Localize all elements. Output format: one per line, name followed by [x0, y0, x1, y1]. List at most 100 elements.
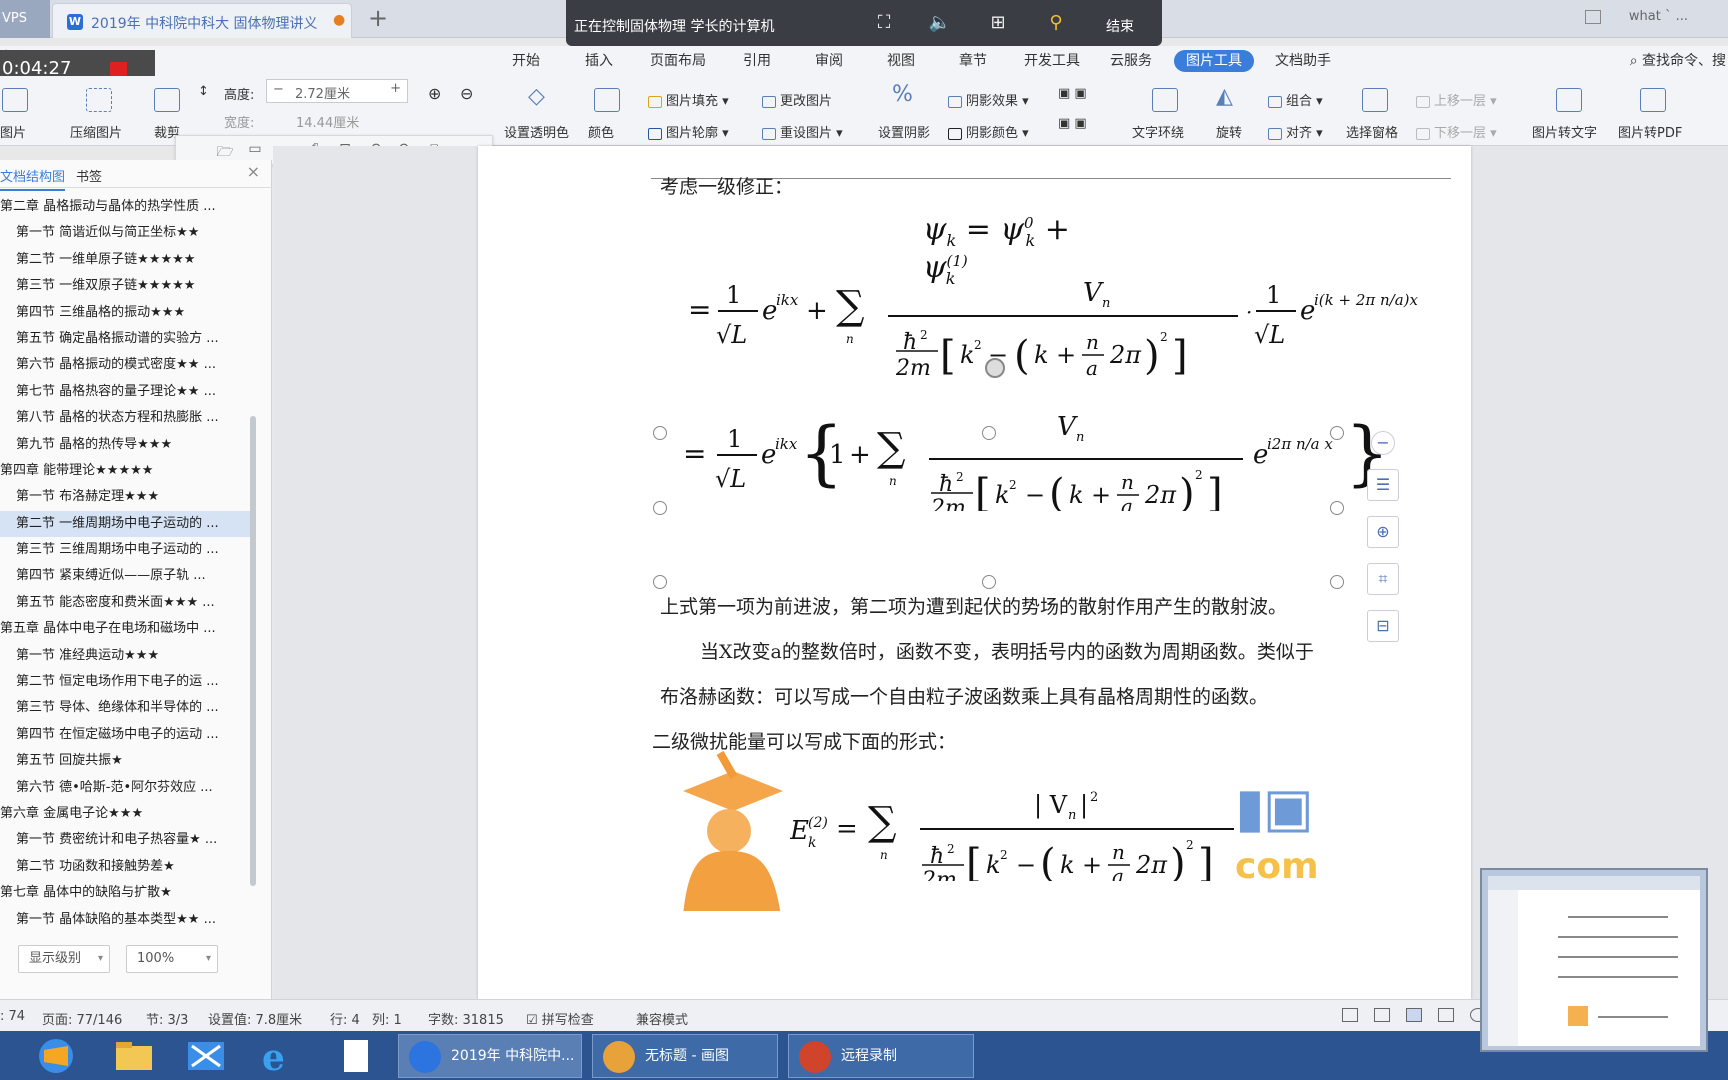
bring-forward-button[interactable]: 上移一层 ▾: [1416, 90, 1497, 109]
taskbar-window-paint[interactable]: 无标题 - 画图: [592, 1034, 778, 1078]
select-pane-icon[interactable]: [1362, 88, 1388, 112]
outline-button[interactable]: 图片轮廓 ▾: [648, 122, 729, 141]
resize-handle-n[interactable]: [982, 426, 996, 440]
shadow-set-icon[interactable]: %: [892, 82, 913, 107]
to-pdf-button[interactable]: 图片转PDF: [1618, 122, 1682, 141]
resize-handle-se[interactable]: [1330, 575, 1344, 589]
outline-section-item[interactable]: 第一节 简谐近似与简正坐标★★: [0, 220, 250, 246]
fullscreen-icon[interactable]: ⛶: [872, 13, 896, 33]
color-icon[interactable]: [594, 88, 620, 112]
outline-section-item[interactable]: 第二节 功函数和接触势差★: [0, 854, 250, 880]
window-layout-icon[interactable]: [1584, 9, 1601, 24]
nav-scrollbar[interactable]: [250, 416, 256, 886]
close-icon[interactable]: ×: [247, 162, 260, 181]
ie-browser-icon[interactable]: e: [256, 1036, 304, 1076]
outline-view-icon[interactable]: [1438, 1008, 1454, 1022]
tab-review[interactable]: 审阅: [815, 50, 843, 72]
open-icon[interactable]: 🗁: [216, 141, 234, 160]
reduce-icon[interactable]: ⊖: [460, 84, 473, 103]
rotate-icon[interactable]: ◭: [1216, 84, 1233, 109]
align-button[interactable]: 对齐 ▾: [1268, 122, 1323, 141]
spell-check-button[interactable]: ☑ 拼写检查: [526, 1009, 594, 1028]
tab-view[interactable]: 视图: [887, 50, 915, 72]
outline-chapter-item[interactable]: 第五章 晶体中电子在电场和磁场中 ...: [0, 616, 250, 642]
outline-chapter-item[interactable]: 第四章 能带理论★★★★★: [0, 458, 250, 484]
height-field[interactable]: − 2.72厘米 +: [266, 79, 408, 103]
status-page[interactable]: 页面: 77/146: [42, 1009, 122, 1028]
outline-section-item[interactable]: 第五节 能态密度和费米面★★★ ...: [0, 590, 250, 616]
shadow-set-button[interactable]: 设置阴影: [878, 122, 930, 141]
outline-section-item[interactable]: 第三节 三维周期场中电子运动的 ...: [0, 537, 250, 563]
status-word-count[interactable]: 字数: 31815: [428, 1009, 504, 1028]
fullscreen-view-icon[interactable]: [1342, 1008, 1358, 1022]
outline-section-item[interactable]: 第四节 在恒定磁场中电子的运动 ...: [0, 722, 250, 748]
user-name[interactable]: what ` ...: [1629, 9, 1688, 24]
color-button[interactable]: 颜色: [588, 122, 614, 141]
tab-reference[interactable]: 引用: [743, 50, 771, 72]
tab-page-layout[interactable]: 页面布局: [650, 50, 706, 72]
document-tab[interactable]: W 2019年 中科院中科大 固体物理讲义 ●: [52, 3, 352, 38]
shadow-nudge-icons[interactable]: ▣ ▣: [1058, 86, 1087, 101]
read-view-icon[interactable]: [1374, 1008, 1390, 1022]
new-tab-button[interactable]: +: [368, 4, 388, 32]
tab-doc-assistant[interactable]: 文档助手: [1275, 50, 1331, 72]
mail-icon[interactable]: [182, 1036, 230, 1076]
search-command[interactable]: ⌕ 查找命令、搜: [1630, 50, 1726, 70]
transparent-button[interactable]: 设置透明色: [504, 122, 569, 141]
taskbar-window-recorder[interactable]: 远程录制: [788, 1034, 974, 1078]
document-page[interactable]: 考虑一级修正： ψk = ψ0k + ψ(1)k = 1 √L e ikx + …: [478, 146, 1471, 999]
outline-section-item[interactable]: 第一节 准经典运动★★★: [0, 643, 250, 669]
tab-insert[interactable]: 插入: [585, 50, 613, 72]
to-text-button[interactable]: 图片转文字: [1532, 122, 1597, 141]
transparent-icon[interactable]: ◇: [528, 84, 545, 109]
outline-section-item[interactable]: 第二节 恒定电场作用下电子的运 ...: [0, 669, 250, 695]
outline-section-item[interactable]: 第七节 晶格热容的量子理论★★ ...: [0, 379, 250, 405]
resize-handle-ne[interactable]: [1330, 426, 1344, 440]
outline-section-item[interactable]: 第四节 紧束缚近似——原子轨 ...: [0, 563, 250, 589]
outline-section-item[interactable]: 第一节 布洛赫定理★★★: [0, 484, 250, 510]
outline-section-item[interactable]: 第八节 晶格的状态方程和热膨胀 ...: [0, 405, 250, 431]
outline-section-item[interactable]: 第一节 晶体缺陷的基本类型★★ ...: [0, 907, 250, 933]
taskbar-window-wps[interactable]: 2019年 中科院中...: [398, 1034, 582, 1078]
resize-handle-e[interactable]: [1330, 501, 1344, 515]
outline-section-item[interactable]: 第六节 德•哈斯-范•阿尔芬效应 ...: [0, 775, 250, 801]
resize-handle-nw[interactable]: [653, 426, 667, 440]
height-increase-button[interactable]: +: [390, 81, 401, 96]
reset-image-button[interactable]: 重设图片 ▾: [762, 122, 843, 141]
group-button[interactable]: 组合 ▾: [1268, 90, 1323, 109]
formula-bracket-expansion[interactable]: = 1 √L e ikx { 1 + ∑ n V n ħ 2 2m [ k 2 …: [673, 401, 1393, 511]
start-menu-icon[interactable]: [32, 1036, 80, 1076]
outline-section-item[interactable]: 第三节 导体、绝缘体和半导体的 ...: [0, 695, 250, 721]
document-icon[interactable]: [332, 1036, 380, 1076]
outline-section-item[interactable]: 第五节 确定晶格振动谱的实验方 ...: [0, 326, 250, 352]
outline-section-item[interactable]: 第五节 回旋共振★: [0, 748, 250, 774]
nav-zoom-select[interactable]: 100%: [126, 945, 218, 973]
pin-icon[interactable]: ⚲: [1044, 13, 1068, 33]
tab-start[interactable]: 开始: [512, 50, 540, 72]
save-icon[interactable]: ▭: [246, 141, 264, 159]
shadow-nudge-icons-2[interactable]: ▣ ▣: [1058, 116, 1087, 131]
fill-button[interactable]: 图片填充 ▾: [648, 90, 729, 109]
minus-icon[interactable]: −: [1371, 431, 1395, 455]
tab-bookmark[interactable]: 书签: [76, 166, 102, 185]
to-text-icon[interactable]: [1556, 88, 1582, 112]
end-button[interactable]: 结束: [1106, 16, 1134, 36]
outline-section-item[interactable]: 第六节 晶格振动的模式密度★★ ...: [0, 352, 250, 378]
outline-section-item[interactable]: 第四节 三维晶格的振动★★★: [0, 300, 250, 326]
page-view-icon[interactable]: [1406, 1008, 1422, 1022]
width-value[interactable]: 14.44厘米: [296, 112, 359, 131]
shadow-effect-button[interactable]: 阴影效果 ▾: [948, 90, 1029, 109]
tab-cloud[interactable]: 云服务: [1110, 50, 1152, 72]
resize-handle-w[interactable]: [653, 501, 667, 515]
app-logo[interactable]: VPS: [0, 0, 50, 38]
sound-icon[interactable]: 🔈: [928, 13, 952, 33]
outline-chapter-item[interactable]: 第七章 晶体中的缺陷与扩散★: [0, 880, 250, 906]
height-decrease-button[interactable]: −: [273, 82, 284, 97]
outline-section-item[interactable]: 第二节 一维周期场中电子运动的 ...: [0, 510, 250, 538]
add-icon[interactable]: ⊕: [428, 84, 441, 103]
wrap-button[interactable]: 文字环绕: [1132, 122, 1184, 141]
crop-icon[interactable]: [154, 88, 180, 112]
rotate-button[interactable]: 旋转: [1216, 122, 1242, 141]
tab-developer[interactable]: 开发工具: [1024, 50, 1080, 72]
tab-outline[interactable]: 文档结构图: [0, 166, 66, 191]
